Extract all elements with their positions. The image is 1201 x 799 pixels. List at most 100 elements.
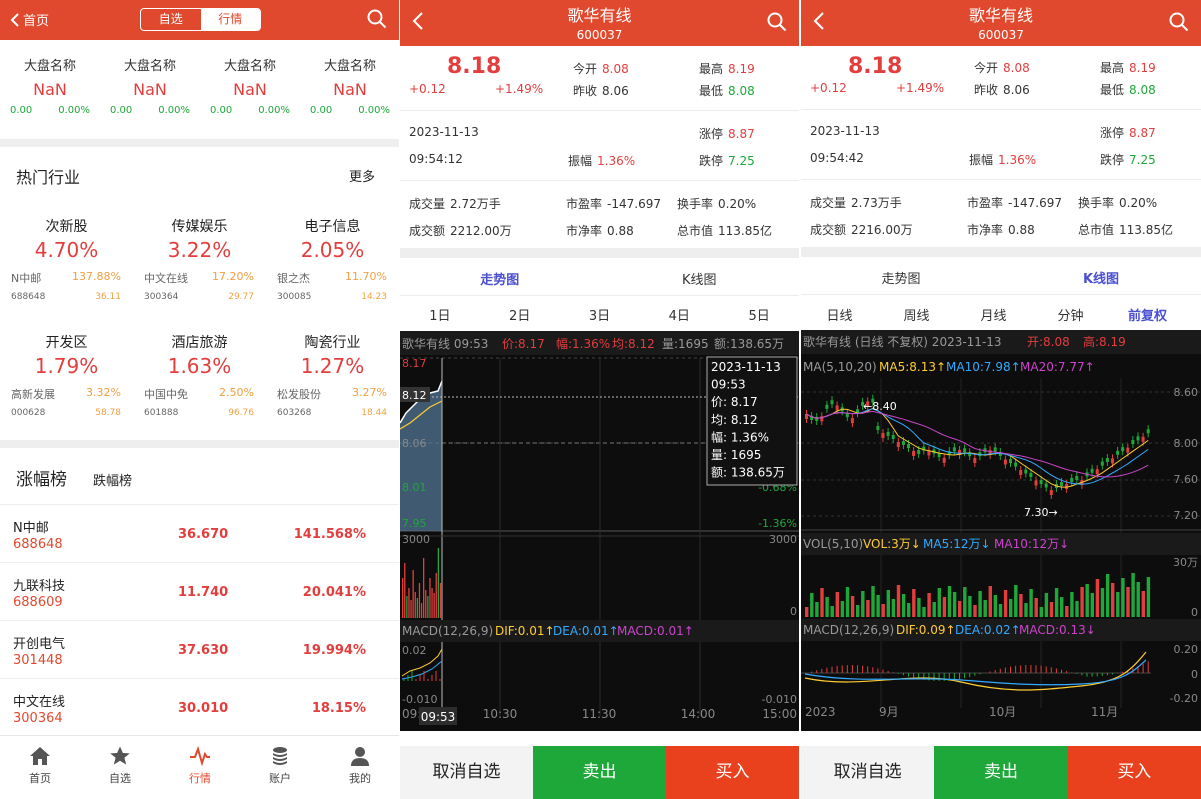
quote-value: 113.85亿 bbox=[1119, 223, 1174, 237]
last-price: 8.18 bbox=[447, 54, 502, 79]
volume-bar bbox=[423, 558, 425, 618]
quote-value: 8.06 bbox=[602, 84, 629, 98]
buy-button[interactable]: 买入 bbox=[1067, 746, 1201, 799]
tab-kline[interactable]: K线图 bbox=[600, 269, 800, 288]
tab-kline[interactable]: K线图 bbox=[1001, 268, 1201, 287]
kline-chart[interactable]: 歌华有线 (日线 不复权) 2023-11-13 开:8.08 高:8.19 MA(5… bbox=[801, 330, 1201, 731]
tab-timeshare[interactable]: 走势图 bbox=[400, 269, 600, 288]
quote-value: 113.85亿 bbox=[718, 224, 773, 238]
industry-card[interactable]: 传媒娱乐 3.22% 中文在线 17.20% 300364 29.77 bbox=[133, 216, 266, 302]
period-tab[interactable]: 周线 bbox=[878, 305, 955, 324]
quote-value: -147.697 bbox=[607, 197, 661, 211]
tab-market[interactable]: 行情 bbox=[160, 746, 240, 786]
volume-bar bbox=[1044, 593, 1049, 617]
list-item[interactable]: 中文在线 300364 30.010 18.15% bbox=[0, 678, 399, 736]
volume-bar bbox=[978, 591, 982, 617]
tab-account[interactable]: 账户 bbox=[240, 746, 320, 786]
tab-gainers[interactable]: 涨幅榜 bbox=[16, 465, 67, 490]
industry-card[interactable]: 陶瓷行业 1.27% 松发股份 3.27% 603268 18.44 bbox=[266, 332, 399, 418]
volume-bar bbox=[1126, 587, 1130, 617]
quote-value: 0.88 bbox=[607, 224, 634, 238]
segment-market[interactable]: 行情 bbox=[200, 9, 260, 30]
remove-watchlist-button[interactable]: 取消自选 bbox=[400, 746, 533, 799]
remove-watchlist-button[interactable]: 取消自选 bbox=[801, 746, 935, 799]
industry-card[interactable]: 次新股 4.70% N中邮 137.88% 688648 36.11 bbox=[0, 216, 133, 302]
quote-date: 2023-11-13 bbox=[409, 125, 479, 139]
list-item[interactable]: 九联科技 688609 11.740 20.041% bbox=[0, 562, 399, 620]
tab-losers[interactable]: 跌幅榜 bbox=[93, 470, 132, 489]
macd-title: MACD(12,26,9) bbox=[402, 624, 493, 638]
index-card[interactable]: 大盘名称 NaN 0.00 0.00% bbox=[300, 55, 399, 116]
list-item[interactable]: N中邮 688648 36.670 141.568% bbox=[0, 504, 399, 562]
sell-button[interactable]: 卖出 bbox=[533, 746, 666, 799]
quote-label: 今开 bbox=[573, 62, 598, 76]
index-change-pct: 0.00% bbox=[58, 105, 90, 116]
pulse-icon bbox=[190, 746, 210, 766]
leader-stock: 高新发展 bbox=[11, 388, 55, 401]
tab-label: 我的 bbox=[349, 772, 371, 785]
candle-body bbox=[896, 442, 900, 447]
stock-name: 开创电气 bbox=[13, 637, 66, 652]
tab-timeshare[interactable]: 走势图 bbox=[801, 268, 1001, 287]
quote-value: 7.25 bbox=[728, 154, 755, 168]
volume-bar bbox=[968, 596, 972, 617]
x-date-label: 11月 bbox=[1091, 705, 1118, 719]
index-card[interactable]: 大盘名称 NaN 0.00 0.00% bbox=[100, 55, 200, 116]
industry-card[interactable]: 酒店旅游 1.63% 中国中免 2.50% 601888 96.76 bbox=[133, 332, 266, 418]
period-tab[interactable]: 2日 bbox=[480, 305, 560, 324]
back-icon[interactable] bbox=[813, 11, 825, 31]
period-tab[interactable]: 1日 bbox=[400, 305, 480, 324]
tab-home[interactable]: 首页 bbox=[0, 746, 80, 786]
volume-bar bbox=[876, 595, 880, 617]
volume-bar bbox=[835, 592, 839, 617]
leader-code: 300085 bbox=[277, 292, 312, 302]
macd-dif: DIF:0.09↑ bbox=[896, 623, 956, 637]
candle-body bbox=[1009, 459, 1012, 463]
period-tab[interactable]: 分钟 bbox=[1032, 305, 1109, 324]
back-home-button[interactable]: 首页 bbox=[10, 10, 49, 29]
volume-bar bbox=[998, 604, 1003, 617]
industry-card[interactable]: 电子信息 2.05% 银之杰 11.70% 300085 14.23 bbox=[266, 216, 399, 302]
stock-pct: 20.041% bbox=[302, 585, 366, 600]
macd-title: MACD(12,26,9) bbox=[803, 623, 894, 637]
stock-pct: 19.994% bbox=[302, 643, 366, 658]
industry-card[interactable]: 开发区 1.79% 高新发展 3.32% 000628 58.78 bbox=[0, 332, 133, 418]
stock-code: 600037 bbox=[978, 28, 1024, 42]
search-icon[interactable] bbox=[1169, 12, 1189, 32]
period-tab[interactable]: 5日 bbox=[719, 305, 799, 324]
volume-bar bbox=[427, 596, 429, 618]
index-card[interactable]: 大盘名称 NaN 0.00 0.00% bbox=[200, 55, 300, 116]
ma5-line bbox=[806, 407, 1149, 488]
search-icon[interactable] bbox=[367, 9, 387, 29]
volume-bar bbox=[1034, 598, 1038, 617]
timeshare-chart[interactable]: 歌华有线 09:53 价:8.17 幅:1.36% 均:8.12 量:1695 额:138… bbox=[400, 331, 799, 731]
more-link[interactable]: 更多 bbox=[349, 166, 375, 185]
index-change: 0.00 0.00% bbox=[0, 105, 100, 116]
buy-button[interactable]: 买入 bbox=[666, 746, 799, 799]
period-tab[interactable]: 4日 bbox=[639, 305, 719, 324]
macd-zero-label: 0 bbox=[1191, 668, 1198, 681]
period-tab[interactable]: 3日 bbox=[560, 305, 640, 324]
macd-hi-label: 0.02 bbox=[402, 644, 427, 657]
list-item[interactable]: 开创电气 301448 37.630 19.994% bbox=[0, 620, 399, 678]
quote-label: 成交量 bbox=[810, 196, 847, 210]
period-tab[interactable]: 日线 bbox=[801, 305, 878, 324]
tab-favorites[interactable]: 自选 bbox=[80, 746, 160, 786]
segment-control: 自选 行情 bbox=[140, 8, 261, 31]
candle-body bbox=[917, 449, 921, 454]
sell-button[interactable]: 卖出 bbox=[934, 746, 1068, 799]
search-icon[interactable] bbox=[767, 12, 787, 32]
period-tab[interactable]: 月线 bbox=[955, 305, 1032, 324]
info-price: 价:8.17 bbox=[502, 337, 545, 351]
back-icon[interactable] bbox=[412, 11, 424, 31]
volume-bar bbox=[901, 594, 906, 617]
quote-label: 换手率 bbox=[1078, 196, 1115, 210]
index-card[interactable]: 大盘名称 NaN 0.00 0.00% bbox=[0, 55, 100, 116]
leader-detail: 300364 29.77 bbox=[133, 292, 266, 302]
segment-watchlist[interactable]: 自选 bbox=[141, 9, 201, 30]
tab-profile[interactable]: 我的 bbox=[320, 746, 399, 786]
tab-label: 账户 bbox=[269, 772, 291, 785]
volume-bar bbox=[937, 588, 941, 617]
quote-label: 振幅 bbox=[969, 153, 994, 167]
period-tab[interactable]: 前复权 bbox=[1109, 305, 1186, 324]
